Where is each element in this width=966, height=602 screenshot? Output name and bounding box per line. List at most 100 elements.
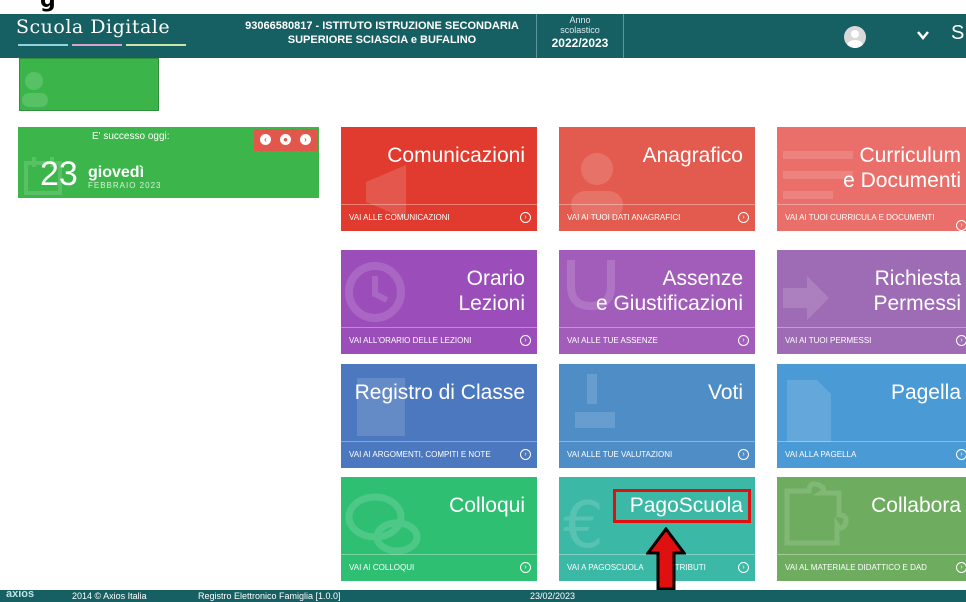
arrow-right-icon: › — [738, 335, 749, 346]
tile-title-line1: Assenze — [662, 267, 743, 290]
tile-title-line1: Curriculum — [859, 144, 961, 167]
user-banner-box — [19, 58, 159, 111]
year-label-2: scolastico — [560, 25, 600, 35]
arrow-right-icon: › — [956, 335, 966, 346]
tile-title-line2: Lezioni — [458, 292, 525, 315]
weekday: giovedì — [88, 164, 145, 181]
user-avatar[interactable] — [844, 26, 866, 48]
tile-footer[interactable]: VAI AI TUOI CURRICULA E DOCUMENTI › — [777, 204, 966, 231]
tile-footer-label: VAI AI COLLOQUI — [349, 563, 415, 572]
tile-pagella[interactable]: Pagella VAI ALLA PAGELLA › — [777, 364, 966, 468]
arrow-right-icon: › — [956, 449, 966, 460]
tile-footer-label: VAI AI ARGOMENTI, COMPITI E NOTE — [349, 450, 491, 459]
tile-footer-label: VAI ALLE COMUNICAZIONI — [349, 213, 450, 222]
tile-footer-label: VAI ALL'ORARIO DELLE LEZIONI — [349, 336, 472, 345]
school-year-selector[interactable]: Anno scolastico 2022/2023 — [536, 14, 624, 58]
footer-brand: axios — [6, 590, 35, 600]
partial-heading-text: g — [40, 0, 56, 13]
tile-footer[interactable]: VAI ALLE TUE VALUTAZIONI › — [559, 441, 755, 468]
arrow-right-icon: › — [738, 449, 749, 460]
school-name-line1: 93066580817 - ISTITUTO ISTRUZIONE SECOND… — [245, 20, 519, 32]
year-label-1: Anno — [569, 15, 591, 25]
tile-footer-label: VAI ALLA PAGELLA — [785, 450, 857, 459]
date-controls: ‹ ● › — [254, 129, 318, 151]
arrow-right-icon: › — [520, 449, 531, 460]
tile-title: Comunicazioni — [387, 144, 525, 167]
tile-footer-label: VAI AI TUOI CURRICULA E DOCUMENTI — [785, 213, 935, 222]
tile-curriculum[interactable]: Curriculum e Documenti VAI AI TUOI CURRIC… — [777, 127, 966, 231]
tile-orario-lezioni[interactable]: Orario Lezioni VAI ALL'ORARIO DELLE LEZIO… — [341, 250, 537, 354]
tile-title: Orario Lezioni — [345, 266, 525, 316]
tile-title-line1: Orario — [466, 267, 525, 290]
tile-footer-label: VAI ALLE TUE VALUTAZIONI — [567, 450, 673, 459]
today-card: E' successo oggi: ‹ ● › 23 giovedì FEBBR… — [18, 127, 319, 198]
tile-footer-label: VAI AL MATERIALE DIDATTICO E DAD — [785, 563, 927, 572]
tile-richiesta-permessi[interactable]: Richiesta Permessi VAI AI TUOI PERMESSI › — [777, 250, 966, 354]
tile-collabora[interactable]: Collabora VAI AL MATERIALE DIDATTICO E D… — [777, 477, 966, 581]
top-navbar: Scuola Digitale 93066580817 - ISTITUTO I… — [0, 14, 966, 58]
highlight-box — [613, 489, 751, 523]
tile-title: Anagrafico — [642, 144, 743, 167]
tile-assenze[interactable]: Assenze e Giustificazioni VAI ALLE TUE AS… — [559, 250, 755, 354]
tile-footer[interactable]: VAI AL MATERIALE DIDATTICO E DAD › — [777, 554, 966, 581]
tile-title: Richiesta Permessi — [781, 266, 961, 316]
today-icon[interactable]: ● — [280, 134, 291, 145]
arrow-right-icon: › — [738, 212, 749, 223]
tile-title: Voti — [707, 381, 743, 404]
year-value: 2022/2023 — [551, 36, 609, 50]
tile-footer[interactable]: VAI AI ARGOMENTI, COMPITI E NOTE › — [341, 441, 537, 468]
arrow-right-icon: › — [738, 562, 749, 573]
tile-title: Assenze e Giustificazioni — [563, 266, 743, 316]
tile-title: Pagella — [890, 381, 961, 404]
footer-bar: axios 2014 © Axios Italia Registro Elett… — [0, 590, 966, 602]
tile-footer[interactable]: VAI ALL'ORARIO DELLE LEZIONI › — [341, 327, 537, 354]
tile-footer-label: VAI AI TUOI PERMESSI — [785, 336, 872, 345]
month-year: FEBBRAIO 2023 — [88, 181, 162, 190]
tile-footer[interactable]: VAI ALLA PAGELLA › — [777, 441, 966, 468]
app-logo[interactable]: Scuola Digitale — [16, 16, 170, 38]
school-name: 93066580817 - ISTITUTO ISTRUZIONE SECOND… — [212, 19, 552, 47]
tile-title-line2: Permessi — [873, 292, 961, 315]
tile-title: Colloqui — [449, 494, 525, 517]
tile-footer-label: VAI AI TUOI DATI ANAGRAFICI — [567, 213, 681, 222]
tile-footer-label: VAI ALLE TUE ASSENZE — [567, 336, 658, 345]
tile-footer[interactable]: VAI AI TUOI DATI ANAGRAFICI › — [559, 204, 755, 231]
tile-title: Curriculum e Documenti — [781, 143, 961, 193]
footer-date: 23/02/2023 — [530, 591, 576, 601]
next-day-icon[interactable]: › — [300, 134, 311, 145]
logo-underline-pink — [72, 44, 122, 46]
tile-voti[interactable]: Voti VAI ALLE TUE VALUTAZIONI › — [559, 364, 755, 468]
tile-footer[interactable]: VAI AI COLLOQUI › — [341, 554, 537, 581]
arrow-right-icon: › — [520, 212, 531, 223]
tile-colloqui[interactable]: Colloqui VAI AI COLLOQUI › — [341, 477, 537, 581]
tile-footer-label: VAI A PAGOSCUOLA — [567, 563, 644, 572]
chevron-down-icon[interactable] — [916, 28, 930, 42]
previous-day-icon[interactable]: ‹ — [260, 134, 271, 145]
arrow-right-icon: › — [520, 335, 531, 346]
arrow-right-icon: › — [520, 562, 531, 573]
tile-registro-classe[interactable]: Registro di Classe VAI AI ARGOMENTI, COM… — [341, 364, 537, 468]
arrow-right-icon: › — [956, 220, 966, 231]
user-icon — [22, 72, 48, 107]
footer-copyright: 2014 © Axios Italia — [72, 591, 147, 601]
tile-footer[interactable]: VAI AI TUOI PERMESSI › — [777, 327, 966, 354]
tile-comunicazioni[interactable]: Comunicazioni VAI ALLE COMUNICAZIONI › — [341, 127, 537, 231]
today-card-header: E' successo oggi: — [92, 131, 170, 142]
tile-footer[interactable]: VAI ALLE TUE ASSENZE › — [559, 327, 755, 354]
arrow-right-icon: › — [956, 562, 966, 573]
logo-underline-blue — [18, 44, 68, 46]
tile-footer[interactable]: VAI ALLE COMUNICAZIONI › — [341, 204, 537, 231]
nav-trailing-text: S — [951, 22, 965, 44]
school-name-line2: SUPERIORE SCIASCIA e BUFALINO — [287, 34, 477, 46]
tile-anagrafico[interactable]: Anagrafico VAI AI TUOI DATI ANAGRAFICI › — [559, 127, 755, 231]
tile-title: Collabora — [871, 494, 961, 517]
tile-title-line2: e Giustificazioni — [595, 292, 743, 315]
logo-underline-green — [126, 44, 186, 46]
tile-title-line1: Richiesta — [874, 267, 961, 290]
browser-partial-heading: g — [0, 0, 966, 14]
tile-title-line2: e Documenti — [843, 169, 961, 192]
day-number: 23 — [40, 155, 78, 193]
tile-title: Registro di Classe — [354, 381, 525, 404]
red-arrow-annotation — [646, 527, 686, 590]
footer-app-version: Registro Elettronico Famiglia [1.0.0] — [198, 591, 341, 601]
